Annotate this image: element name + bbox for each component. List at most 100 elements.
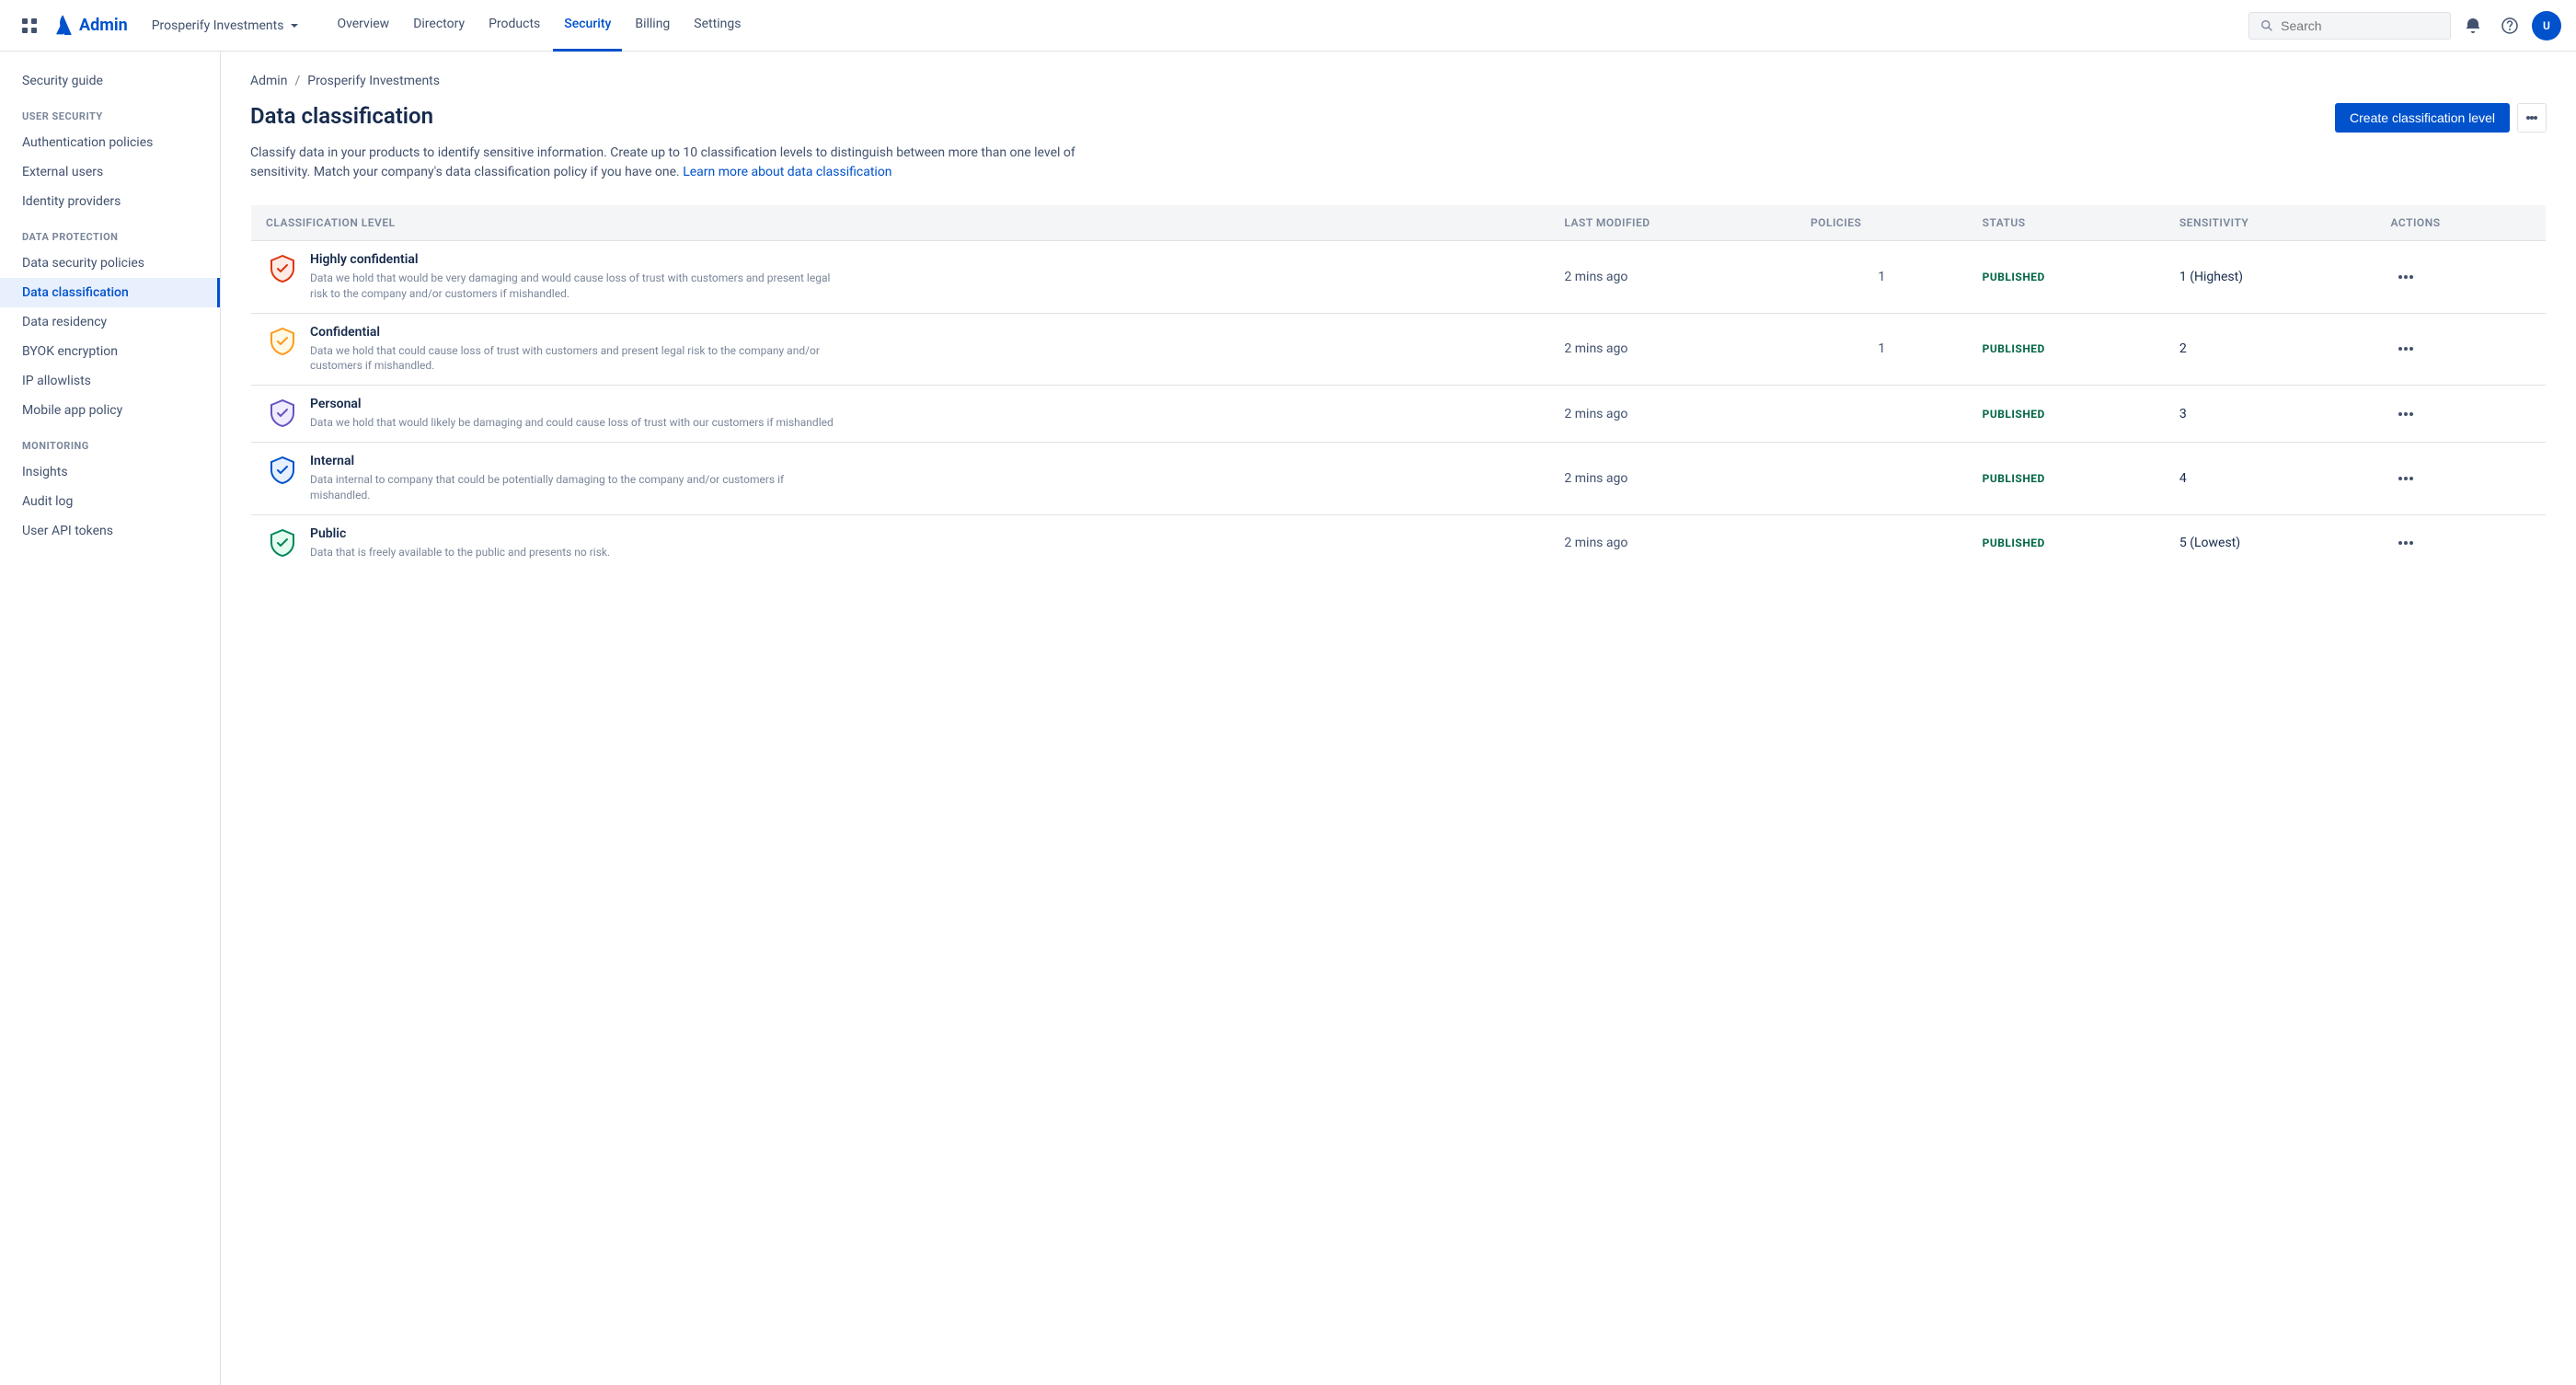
status-badge: PUBLISHED: [1983, 537, 2045, 549]
classification-name: Public: [310, 526, 610, 541]
last-modified-cell: 2 mins ago: [1549, 514, 1796, 571]
dot3: [2534, 116, 2537, 120]
nav-directory[interactable]: Directory: [402, 0, 476, 52]
classification-cell: Personal Data we hold that would likely …: [251, 386, 1550, 443]
sidebar-item-insights[interactable]: Insights: [0, 457, 220, 487]
col-classification-level: Classification level: [251, 205, 1550, 241]
table-row: Confidential Data we hold that could cau…: [251, 313, 2547, 386]
create-classification-button[interactable]: Create classification level: [2335, 103, 2510, 133]
classification-cell: Highly confidential Data we hold that wo…: [251, 241, 1550, 314]
row-actions-button[interactable]: [2391, 537, 2421, 548]
classification-cell: Internal Data internal to company that c…: [251, 442, 1550, 514]
row-actions-button[interactable]: [2391, 343, 2421, 354]
table-row: Internal Data internal to company that c…: [251, 442, 2547, 514]
sidebar-section-monitoring: Monitoring: [0, 425, 220, 457]
breadcrumb-admin[interactable]: Admin: [250, 74, 287, 88]
sidebar-item-data-classification[interactable]: Data classification: [0, 278, 220, 307]
shield-icon-personal: [266, 397, 299, 430]
sidebar-item-external-users[interactable]: External users: [0, 157, 220, 187]
sidebar-security-guide[interactable]: Security guide: [0, 66, 220, 96]
search-input[interactable]: [2281, 18, 2439, 33]
nav-security[interactable]: Security: [553, 0, 622, 52]
atlassian-logo[interactable]: Admin: [52, 15, 128, 37]
shield-icon-public: [266, 526, 299, 560]
search-box[interactable]: [2248, 12, 2451, 40]
table-body: Highly confidential Data we hold that wo…: [251, 241, 2547, 571]
breadcrumb-separator: /: [294, 74, 300, 88]
nav-overview[interactable]: Overview: [326, 0, 400, 52]
grid-menu-button[interactable]: [15, 11, 44, 40]
sidebar-item-auth-policies[interactable]: Authentication policies: [0, 128, 220, 157]
status-cell: PUBLISHED: [1968, 442, 2165, 514]
learn-more-link[interactable]: Learn more about data classification: [683, 165, 891, 179]
row-actions-button[interactable]: [2391, 409, 2421, 420]
notifications-button[interactable]: [2458, 11, 2488, 40]
breadcrumb-org[interactable]: Prosperify Investments: [307, 74, 440, 88]
actions-cell: [2376, 241, 2547, 314]
shield-icon-internal: [266, 454, 299, 487]
nav-products[interactable]: Products: [477, 0, 551, 52]
page-description: Classify data in your products to identi…: [250, 144, 1078, 182]
classification-name: Internal: [310, 454, 844, 468]
nav-settings[interactable]: Settings: [683, 0, 752, 52]
page-header: Data classification Create classificatio…: [250, 103, 2547, 133]
sensitivity-cell: 3: [2165, 386, 2376, 443]
classification-table: Classification level Last modified Polic…: [250, 204, 2547, 571]
dot3: [2409, 541, 2413, 545]
sidebar-item-audit-log[interactable]: Audit log: [0, 487, 220, 516]
status-cell: PUBLISHED: [1968, 514, 2165, 571]
sidebar-item-data-security[interactable]: Data security policies: [0, 248, 220, 278]
row-actions-button[interactable]: [2391, 271, 2421, 283]
dot2: [2404, 541, 2408, 545]
dot1: [2398, 477, 2402, 480]
classification-description: Data we hold that could cause loss of tr…: [310, 343, 844, 375]
classification-name: Confidential: [310, 325, 844, 340]
col-status: Status: [1968, 205, 2165, 241]
table-row: Highly confidential Data we hold that wo…: [251, 241, 2547, 314]
sidebar-item-mobile-app[interactable]: Mobile app policy: [0, 396, 220, 425]
sensitivity-cell: 4: [2165, 442, 2376, 514]
classification-cell: Confidential Data we hold that could cau…: [251, 313, 1550, 386]
sidebar-item-byok[interactable]: BYOK encryption: [0, 337, 220, 366]
last-modified-cell: 2 mins ago: [1549, 442, 1796, 514]
policies-count-cell: [1796, 386, 1968, 443]
sensitivity-cell: 2: [2165, 313, 2376, 386]
sensitivity-cell: 1 (Highest): [2165, 241, 2376, 314]
dot2: [2404, 412, 2408, 416]
grid-icon[interactable]: [15, 11, 44, 40]
sidebar-section-data-protection: Data Protection: [0, 216, 220, 248]
last-modified-cell: 2 mins ago: [1549, 313, 1796, 386]
sidebar-item-data-residency[interactable]: Data residency: [0, 307, 220, 337]
dot3: [2409, 412, 2413, 416]
sidebar-section-user-security: User Security: [0, 96, 220, 128]
main-nav: Overview Directory Products Security Bil…: [326, 0, 752, 52]
topnav: Admin Prosperify Investments Overview Di…: [0, 0, 2576, 52]
page-title: Data classification: [250, 103, 433, 129]
classification-description: Data we hold that would be very damaging…: [310, 271, 844, 302]
org-name: Prosperify Investments: [152, 18, 284, 33]
sidebar-item-identity-providers[interactable]: Identity providers: [0, 187, 220, 216]
nav-billing[interactable]: Billing: [624, 0, 681, 52]
layout: Security guide User Security Authenticat…: [0, 52, 2576, 1385]
status-badge: PUBLISHED: [1983, 408, 2045, 421]
table-row: Public Data that is freely available to …: [251, 514, 2547, 571]
help-button[interactable]: [2495, 11, 2524, 40]
sidebar-item-ip-allowlists[interactable]: IP allowlists: [0, 366, 220, 396]
org-selector[interactable]: Prosperify Investments: [143, 13, 312, 39]
dot3: [2409, 477, 2413, 480]
last-modified-cell: 2 mins ago: [1549, 241, 1796, 314]
dot2: [2404, 477, 2408, 480]
sidebar-item-user-api[interactable]: User API tokens: [0, 516, 220, 546]
actions-cell: [2376, 386, 2547, 443]
status-cell: PUBLISHED: [1968, 313, 2165, 386]
user-avatar[interactable]: U: [2532, 11, 2561, 40]
sensitivity-cell: 5 (Lowest): [2165, 514, 2376, 571]
dot3: [2409, 347, 2413, 351]
dot1: [2398, 412, 2402, 416]
col-actions: Actions: [2376, 205, 2547, 241]
classification-name: Personal: [310, 397, 834, 411]
row-actions-button[interactable]: [2391, 473, 2421, 484]
header-actions: Create classification level: [2335, 103, 2547, 133]
col-sensitivity: Sensitivity: [2165, 205, 2376, 241]
more-options-button[interactable]: [2517, 103, 2547, 133]
